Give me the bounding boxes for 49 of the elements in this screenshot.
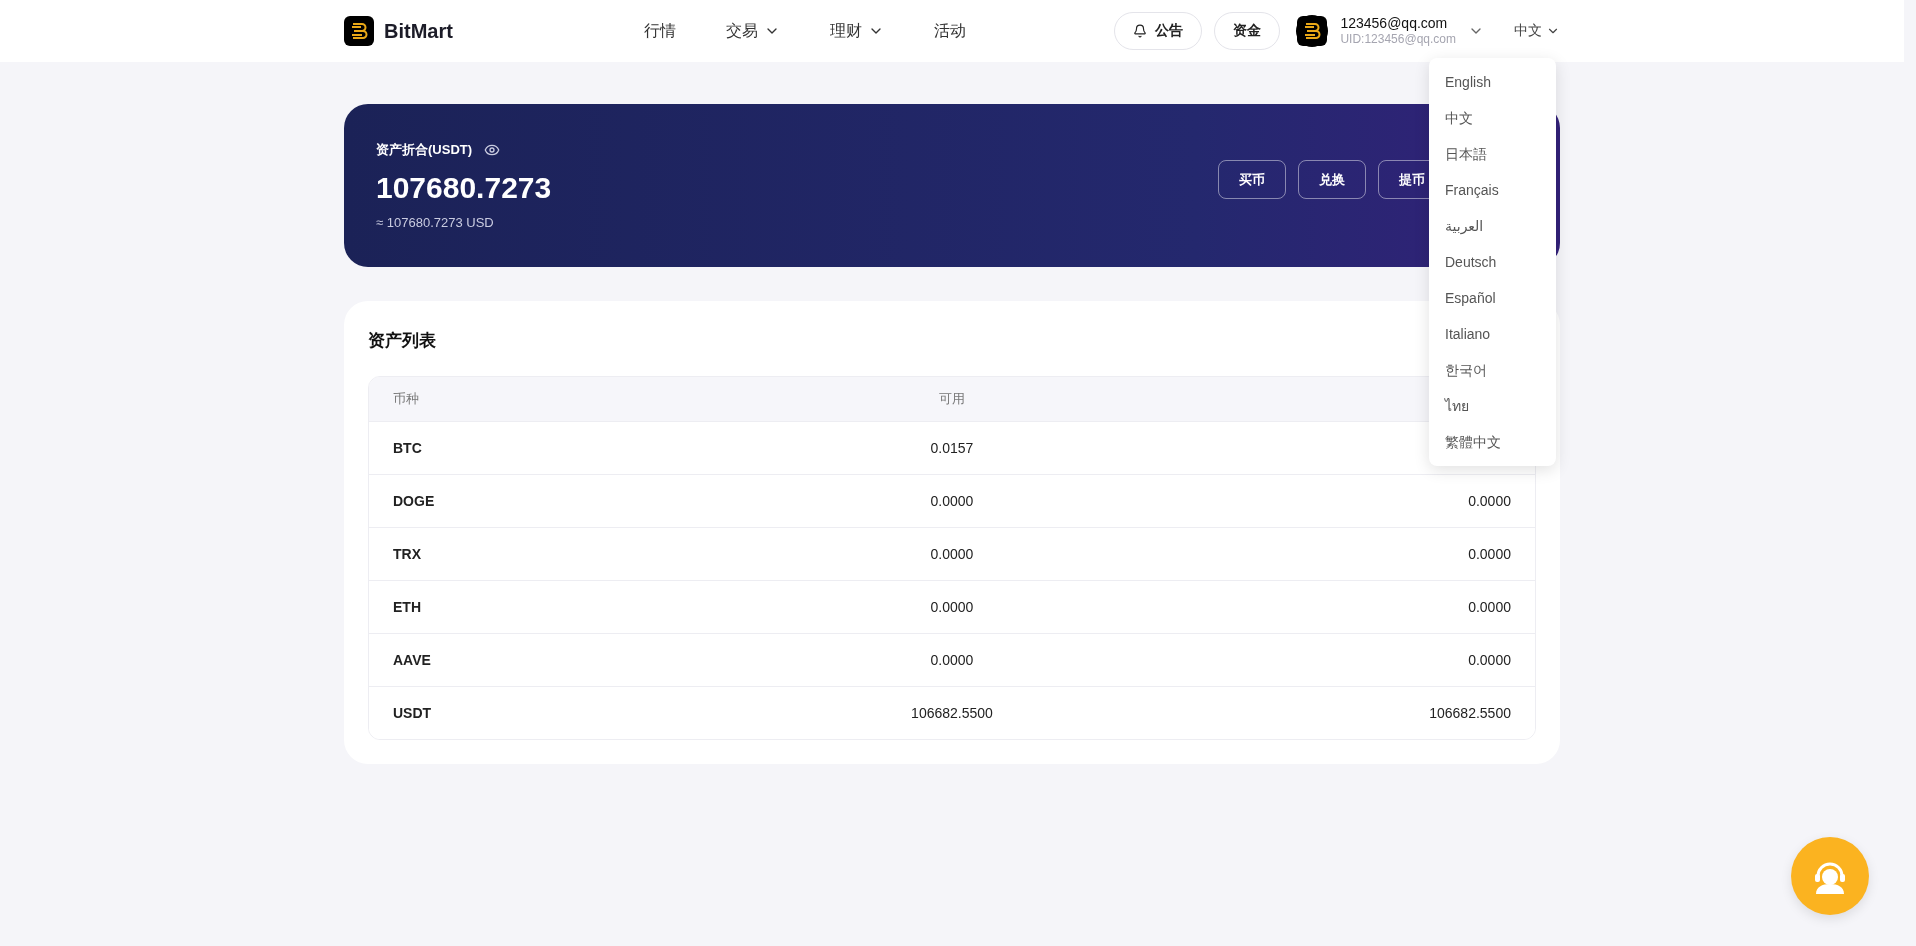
table-cell: 0.0000 bbox=[1468, 599, 1511, 615]
language-selector[interactable]: 中文 bbox=[1514, 22, 1560, 40]
logo-icon bbox=[344, 16, 374, 46]
table-cell: AAVE bbox=[393, 652, 431, 668]
user-email: 123456@qq.com bbox=[1340, 15, 1449, 31]
table-cell: ETH bbox=[393, 599, 421, 615]
language-option[interactable]: العربية bbox=[1429, 208, 1556, 244]
logo-icon bbox=[1297, 16, 1328, 46]
table-cell: 0.0000 bbox=[930, 652, 974, 668]
language-option[interactable]: 繁體中文 bbox=[1429, 424, 1556, 460]
column-header: 可用 bbox=[939, 390, 965, 408]
action-button[interactable]: 兑换 bbox=[1298, 160, 1366, 199]
avatar[interactable] bbox=[1296, 15, 1329, 47]
table-cell: DOGE bbox=[393, 493, 435, 509]
brand-name: BitMart bbox=[384, 19, 453, 43]
table-cell: 0.0157 bbox=[930, 440, 974, 456]
announcement-button[interactable]: 公告 bbox=[1114, 12, 1203, 50]
table-cell: BTC bbox=[393, 440, 422, 456]
language-option[interactable]: English bbox=[1429, 64, 1556, 100]
table-cell: 106682.5500 bbox=[911, 705, 993, 721]
table-cell: 0.0000 bbox=[930, 546, 974, 562]
table-cell: TRX bbox=[393, 546, 421, 562]
column-header: 币种 bbox=[393, 390, 419, 408]
table-cell: 0.0000 bbox=[1468, 652, 1511, 668]
language-option[interactable]: 한국어 bbox=[1429, 352, 1556, 388]
nav-link[interactable]: 行情 bbox=[644, 20, 676, 42]
user-uid: UID:123456@qq.com bbox=[1340, 31, 1456, 47]
table-cell: 0.0000 bbox=[930, 599, 974, 615]
language-option[interactable]: Español bbox=[1429, 280, 1556, 316]
bell-icon bbox=[1133, 24, 1148, 38]
total-value: 107680.7273 bbox=[376, 171, 552, 205]
language-option[interactable]: Italiano bbox=[1429, 316, 1556, 352]
action-button[interactable]: 买币 bbox=[1218, 160, 1286, 199]
table-cell: 0.0000 bbox=[930, 493, 974, 509]
section-title: 资产列表 bbox=[368, 330, 436, 352]
eye-icon[interactable] bbox=[484, 142, 501, 158]
nav-link[interactable]: 交易 bbox=[726, 20, 780, 42]
nav-link[interactable]: 理财 bbox=[830, 20, 884, 42]
usd-value: ≈ 107680.7273 USD bbox=[376, 215, 495, 230]
language-option[interactable]: Deutsch bbox=[1429, 244, 1556, 280]
table-cell: 0.0000 bbox=[1468, 546, 1511, 562]
nav-link[interactable]: 活动 bbox=[934, 20, 966, 42]
language-option[interactable]: ไทย bbox=[1429, 388, 1556, 424]
banner-title: 资产折合(USDT) bbox=[376, 141, 473, 159]
funds-button[interactable]: 资金 bbox=[1214, 12, 1281, 50]
table-cell: 106682.5500 bbox=[1429, 705, 1511, 721]
table-cell: 0.0000 bbox=[1468, 493, 1511, 509]
language-option[interactable]: 中文 bbox=[1429, 100, 1556, 136]
table-cell: USDT bbox=[393, 705, 432, 721]
